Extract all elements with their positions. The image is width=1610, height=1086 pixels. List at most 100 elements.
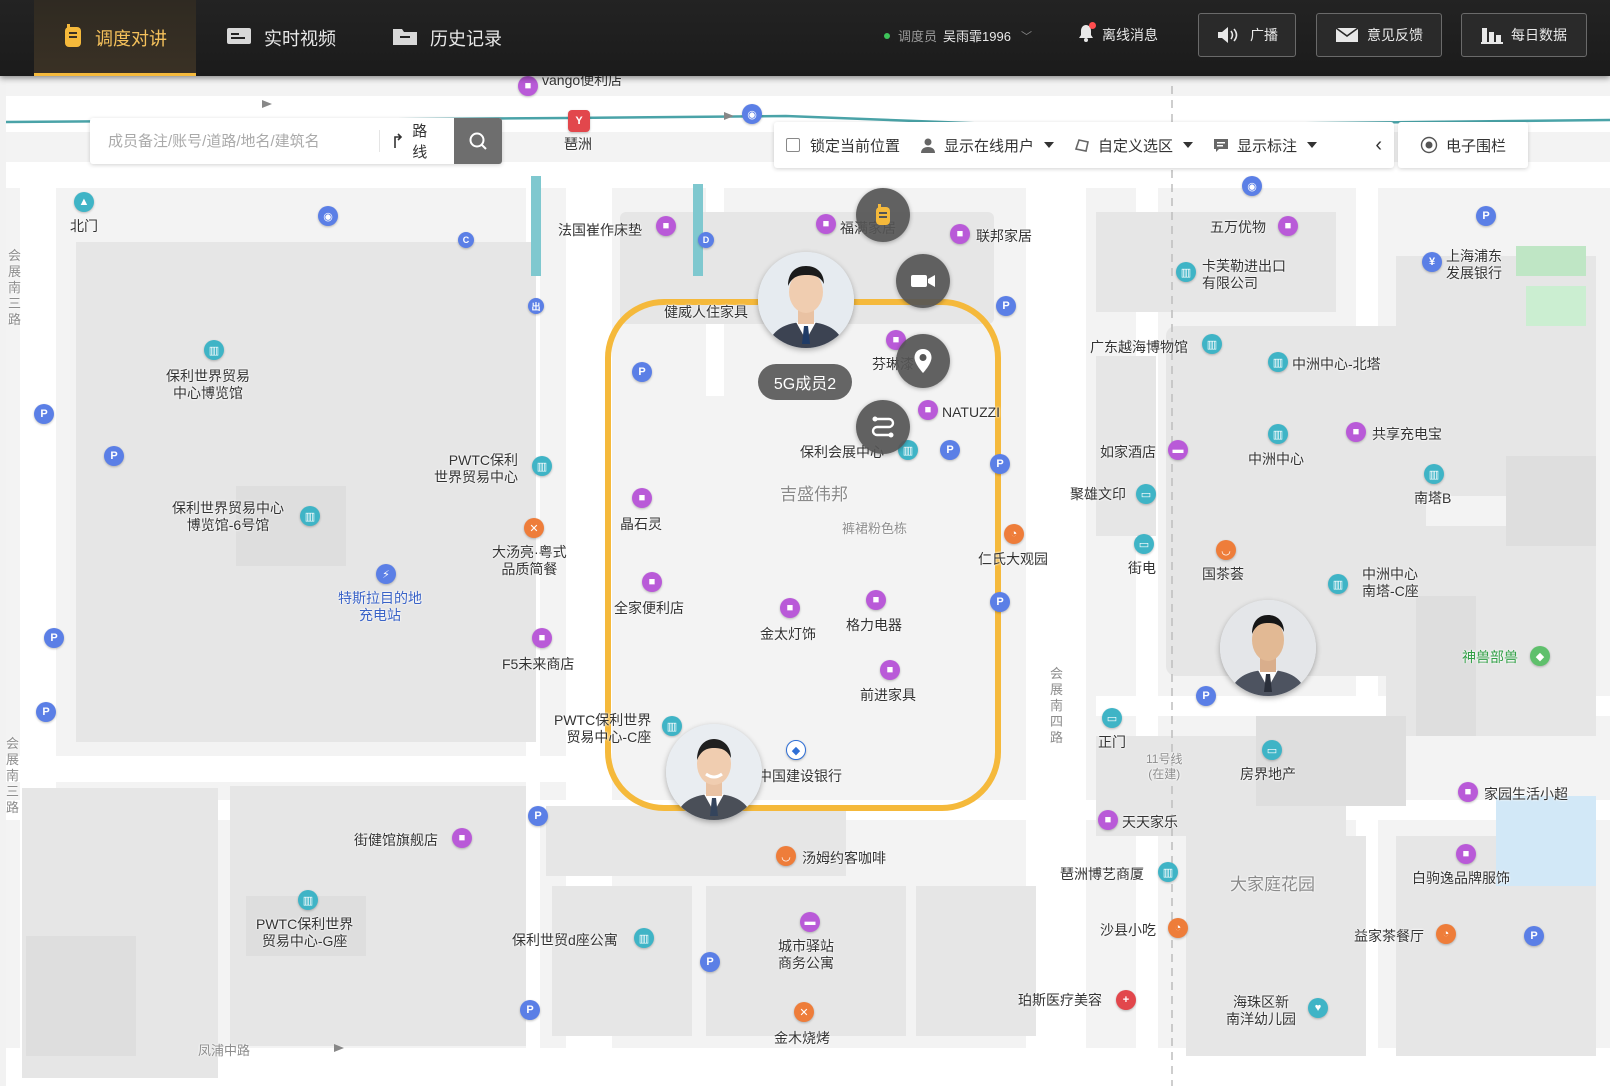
parking-icon[interactable]: P (1524, 926, 1544, 946)
parking-icon[interactable]: P (520, 1000, 540, 1020)
shop-icon[interactable]: ■ (1456, 844, 1476, 864)
realestate-icon[interactable]: ▭ (1262, 740, 1282, 760)
restaurant-icon[interactable]: ✕ (794, 1002, 814, 1022)
member-avatar[interactable] (666, 724, 762, 820)
shop-icon[interactable]: ■ (1278, 216, 1298, 236)
talk-action-button[interactable] (856, 188, 910, 242)
building-icon[interactable]: ▥ (1268, 352, 1288, 372)
shop-icon[interactable]: ■ (518, 76, 538, 96)
building-icon[interactable]: ▥ (1158, 862, 1178, 882)
metro-exit-icon[interactable]: C (458, 232, 474, 248)
custom-area-dropdown[interactable]: 自定义选区 (1064, 135, 1203, 156)
parking-icon[interactable]: P (990, 454, 1010, 474)
parking-icon[interactable]: P (996, 296, 1016, 316)
landmark-icon[interactable]: ◆ (1530, 646, 1550, 666)
track-route-button[interactable] (856, 400, 910, 454)
shop-icon[interactable]: ■ (632, 488, 652, 508)
collapse-toolbar-icon[interactable]: ‹ (1375, 134, 1382, 157)
geofence-button[interactable]: 电子围栏 (1398, 122, 1528, 168)
charging-icon[interactable]: ▭ (1134, 534, 1154, 554)
building-icon[interactable]: ▥ (1328, 574, 1348, 594)
metro-exit-icon[interactable]: D (698, 232, 714, 248)
clinic-icon[interactable]: + (1116, 990, 1136, 1010)
museum-icon[interactable]: ▥ (204, 340, 224, 360)
shop-icon[interactable]: ■ (532, 628, 552, 648)
metro-station-icon[interactable]: Y (568, 110, 590, 132)
parking-icon[interactable]: P (700, 952, 720, 972)
tea-icon[interactable]: ◡ (1216, 540, 1236, 560)
parking-icon[interactable]: P (104, 446, 124, 466)
shop-icon[interactable]: ■ (452, 828, 472, 848)
member-avatar[interactable] (1220, 600, 1316, 696)
building-icon[interactable]: ▥ (300, 506, 320, 526)
hotel-icon[interactable]: ▬ (800, 912, 820, 932)
parking-icon[interactable]: P (1196, 686, 1216, 706)
school-icon[interactable]: ♥ (1308, 998, 1328, 1018)
parking-icon[interactable]: P (1476, 206, 1496, 226)
restaurant-icon[interactable]: ◔ (1004, 524, 1024, 544)
company-icon[interactable]: ▥ (1176, 262, 1196, 282)
shop-icon[interactable]: ■ (918, 400, 938, 420)
building-icon[interactable]: ▥ (662, 716, 682, 736)
member-name-tag[interactable]: 5G成员2 (758, 364, 852, 400)
tab-dispatch-talk[interactable]: 调度对讲 (34, 0, 196, 76)
video-call-button[interactable] (896, 254, 950, 308)
route-button[interactable]: 路线 (379, 123, 454, 161)
cafe-icon[interactable]: ◡ (776, 846, 796, 866)
building-icon[interactable]: ▥ (298, 890, 318, 910)
shop-icon[interactable]: ■ (880, 660, 900, 680)
tab-history[interactable]: 历史记录 (392, 0, 502, 76)
search-button[interactable] (454, 118, 502, 164)
member-avatar-5g-member-2[interactable] (758, 252, 854, 348)
building-icon[interactable]: ▥ (1268, 424, 1288, 444)
shop-icon[interactable]: ■ (950, 224, 970, 244)
dispatcher-account[interactable]: 调度员 吴雨霏1996 ﹀ (884, 26, 1032, 45)
museum-icon[interactable]: ▥ (1202, 334, 1222, 354)
bank-icon[interactable]: ◆ (786, 740, 806, 760)
parking-icon[interactable]: P (990, 592, 1010, 612)
locate-member-button[interactable] (896, 334, 950, 388)
parking-icon[interactable]: P (44, 628, 64, 648)
shop-icon[interactable]: ■ (1346, 422, 1366, 442)
offline-messages-button[interactable]: 离线消息 (1078, 22, 1158, 45)
charging-station-icon[interactable]: ⚡ (376, 564, 396, 584)
lock-position-checkbox[interactable]: 锁定当前位置 (774, 135, 910, 156)
restaurant-icon[interactable]: ✕ (524, 518, 544, 538)
parking-icon[interactable]: P (34, 404, 54, 424)
feedback-button[interactable]: 意见反馈 (1316, 13, 1442, 57)
restaurant-icon[interactable]: ◔ (1436, 924, 1456, 944)
parking-icon[interactable]: P (632, 362, 652, 382)
shop-icon[interactable]: ■ (816, 214, 836, 234)
parking-icon[interactable]: P (36, 702, 56, 722)
show-online-users-dropdown[interactable]: 显示在线用户 (910, 135, 1064, 156)
gate-icon[interactable]: ▭ (1102, 708, 1122, 728)
show-annotations-dropdown[interactable]: 显示标注 (1203, 135, 1327, 156)
building-icon[interactable]: ▥ (1424, 464, 1444, 484)
bus-stop-icon[interactable]: ◉ (742, 104, 762, 124)
bus-stop-icon[interactable]: ◉ (318, 206, 338, 226)
metro-exit-icon[interactable]: 出 (528, 298, 544, 314)
hotel-icon[interactable]: ▬ (1168, 440, 1188, 460)
shop-icon[interactable]: ■ (866, 590, 886, 610)
gate-icon[interactable]: ▲ (74, 192, 94, 212)
building-icon[interactable]: ▥ (634, 928, 654, 948)
broadcast-button[interactable]: 广播 (1198, 13, 1296, 57)
daily-data-button[interactable]: 每日数据 (1461, 13, 1587, 57)
shop-icon[interactable]: ■ (642, 572, 662, 592)
search-input[interactable] (90, 118, 380, 164)
building-icon[interactable]: ▥ (532, 456, 552, 476)
checkbox-box[interactable] (786, 138, 800, 152)
geofence-icon (1420, 136, 1438, 154)
bus-stop-icon[interactable]: ◉ (1242, 176, 1262, 196)
map-canvas[interactable]: ■ Y ◉ ▲ ◉ C D 出 ■ ■ ■ P ▥ P P P ■ ■ ▥ P … (6, 76, 1610, 1086)
restaurant-icon[interactable]: ◔ (1168, 918, 1188, 938)
tab-realtime-video[interactable]: 实时视频 (226, 0, 336, 76)
shop-icon[interactable]: ■ (1098, 810, 1118, 830)
shop-icon[interactable]: ■ (656, 216, 676, 236)
bank-icon[interactable]: ¥ (1422, 252, 1442, 272)
parking-icon[interactable]: P (528, 806, 548, 826)
parking-icon[interactable]: P (940, 440, 960, 460)
shop-icon[interactable]: ■ (780, 598, 800, 618)
print-shop-icon[interactable]: ▭ (1136, 484, 1156, 504)
shop-icon[interactable]: ■ (1458, 782, 1478, 802)
